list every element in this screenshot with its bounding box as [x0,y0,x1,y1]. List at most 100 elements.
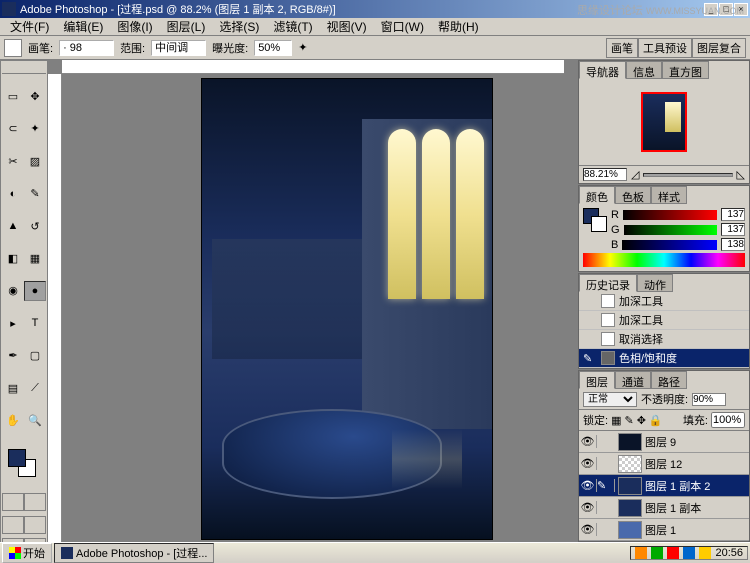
foreground-swatch[interactable] [8,449,26,467]
color-spectrum[interactable] [583,253,745,267]
screen-mode-1[interactable] [2,516,24,534]
r-input[interactable] [721,208,745,221]
zoom-tool[interactable]: 🔍 [24,411,46,431]
layer-row[interactable]: 👁✎图层 1 副本 2 [579,475,749,497]
zoom-out-icon[interactable]: ◿ [631,168,639,181]
range-select[interactable]: 中间调 [151,40,206,56]
brush-preset[interactable]: · 98 [59,40,114,56]
ruler-vertical[interactable] [48,74,62,548]
visibility-icon[interactable]: 👁 [579,523,597,536]
visibility-icon[interactable]: 👁 [579,501,597,514]
current-tool-icon[interactable] [4,39,22,57]
fill-input[interactable] [711,412,745,428]
menu-layer[interactable]: 图层(L) [161,17,212,36]
blur-tool[interactable]: ◉ [2,281,24,301]
blend-mode-select[interactable]: 正常 [583,392,637,407]
eraser-tool[interactable]: ◧ [2,249,24,269]
tab-paths[interactable]: 路径 [651,371,687,389]
history-brush-tool[interactable]: ↺ [24,216,46,236]
layer-row[interactable]: 👁图层 9 [579,431,749,453]
exposure-input[interactable]: 50% [254,40,292,56]
canvas-viewport[interactable] [62,74,564,542]
lock-move-icon[interactable]: ✥ [637,414,646,427]
tab-styles[interactable]: 样式 [651,186,687,204]
tab-swatches[interactable]: 色板 [615,186,651,204]
tray-icon[interactable] [667,547,679,559]
tab-actions[interactable]: 动作 [637,274,673,292]
menu-view[interactable]: 视图(V) [321,17,373,36]
ruler-horizontal[interactable] [62,60,564,74]
marquee-tool[interactable]: ▭ [2,86,24,106]
brush-icon[interactable]: ✎ [597,479,615,492]
tray-clock[interactable]: 20:56 [715,547,743,559]
visibility-icon[interactable]: 👁 [579,457,597,470]
g-slider[interactable] [624,225,717,235]
navigator-thumb[interactable] [641,92,687,152]
tab-color[interactable]: 颜色 [579,186,615,204]
b-input[interactable] [721,238,745,251]
opacity-input[interactable] [692,393,726,406]
navigator-zoom-slider[interactable] [643,173,732,177]
menu-file[interactable]: 文件(F) [4,17,55,36]
color-bg-swatch[interactable] [591,216,607,232]
menu-help[interactable]: 帮助(H) [432,17,485,36]
brush-tool[interactable]: ✎ [24,184,46,204]
tray-icon[interactable] [683,547,695,559]
path-tool[interactable]: ▸ [2,313,24,333]
tab-histogram[interactable]: 直方图 [662,61,709,79]
history-item[interactable]: 加深工具 [579,292,749,311]
tab-layers[interactable]: 图层 [579,371,615,389]
history-item[interactable]: 加深工具 [579,311,749,330]
notes-tool[interactable]: ▤ [2,378,24,398]
b-slider[interactable] [622,240,717,250]
visibility-icon[interactable]: 👁 [579,479,597,492]
quickmask-mode[interactable] [24,493,46,511]
tab-channels[interactable]: 通道 [615,371,651,389]
history-item[interactable]: 取消选择 [579,330,749,349]
lasso-tool[interactable]: ⊂ [2,119,24,139]
dodge-tool[interactable]: ● [24,281,46,301]
menu-select[interactable]: 选择(S) [213,17,265,36]
lock-all-icon[interactable]: 🔒 [649,414,663,427]
layer-row[interactable]: 👁图层 1 副本 [579,497,749,519]
color-swatches[interactable] [2,447,46,477]
tab-navigator[interactable]: 导航器 [579,61,626,79]
toolbox-header[interactable] [2,62,46,74]
tray-icon[interactable] [699,547,711,559]
menu-window[interactable]: 窗口(W) [375,17,430,36]
lock-trans-icon[interactable]: ▦ [611,414,621,427]
lock-paint-icon[interactable]: ✎ [624,414,633,427]
slice-tool[interactable]: ▨ [24,151,46,171]
eyedropper-tool[interactable]: ⟋ [24,378,46,398]
palette-brushes[interactable]: 画笔 [606,38,638,58]
history-item[interactable]: ✎色相/饱和度 [579,349,749,368]
start-button[interactable]: 开始 [2,543,52,563]
layer-row[interactable]: 👁图层 1 [579,519,749,541]
stamp-tool[interactable]: ▲ [2,216,24,236]
screen-mode-2[interactable] [24,516,46,534]
crop-tool[interactable]: ✂ [2,151,24,171]
palette-comps[interactable]: 图层复合 [692,38,746,58]
airbrush-icon[interactable]: ✦ [298,41,307,54]
system-tray[interactable]: 20:56 [630,546,748,560]
navigator-zoom-input[interactable] [583,168,627,181]
heal-tool[interactable]: ◐ [2,184,24,204]
tray-icon[interactable] [651,547,663,559]
layer-row[interactable]: 👁图层 12 [579,453,749,475]
wand-tool[interactable]: ✦ [24,119,46,139]
standard-mode[interactable] [2,493,24,511]
menu-image[interactable]: 图像(I) [111,17,158,36]
type-tool[interactable]: T [24,313,46,333]
menu-filter[interactable]: 滤镜(T) [267,17,318,36]
pen-tool[interactable]: ✒ [2,346,24,366]
tab-info[interactable]: 信息 [626,61,662,79]
palette-presets[interactable]: 工具预设 [638,38,692,58]
g-input[interactable] [721,223,745,236]
taskbar-app-button[interactable]: Adobe Photoshop - [过程... [54,543,214,563]
tab-history[interactable]: 历史记录 [579,274,637,292]
gradient-tool[interactable]: ▦ [24,249,46,269]
tray-icon[interactable] [635,547,647,559]
shape-tool[interactable]: ▢ [24,346,46,366]
visibility-icon[interactable]: 👁 [579,435,597,448]
hand-tool[interactable]: ✋ [2,411,24,431]
